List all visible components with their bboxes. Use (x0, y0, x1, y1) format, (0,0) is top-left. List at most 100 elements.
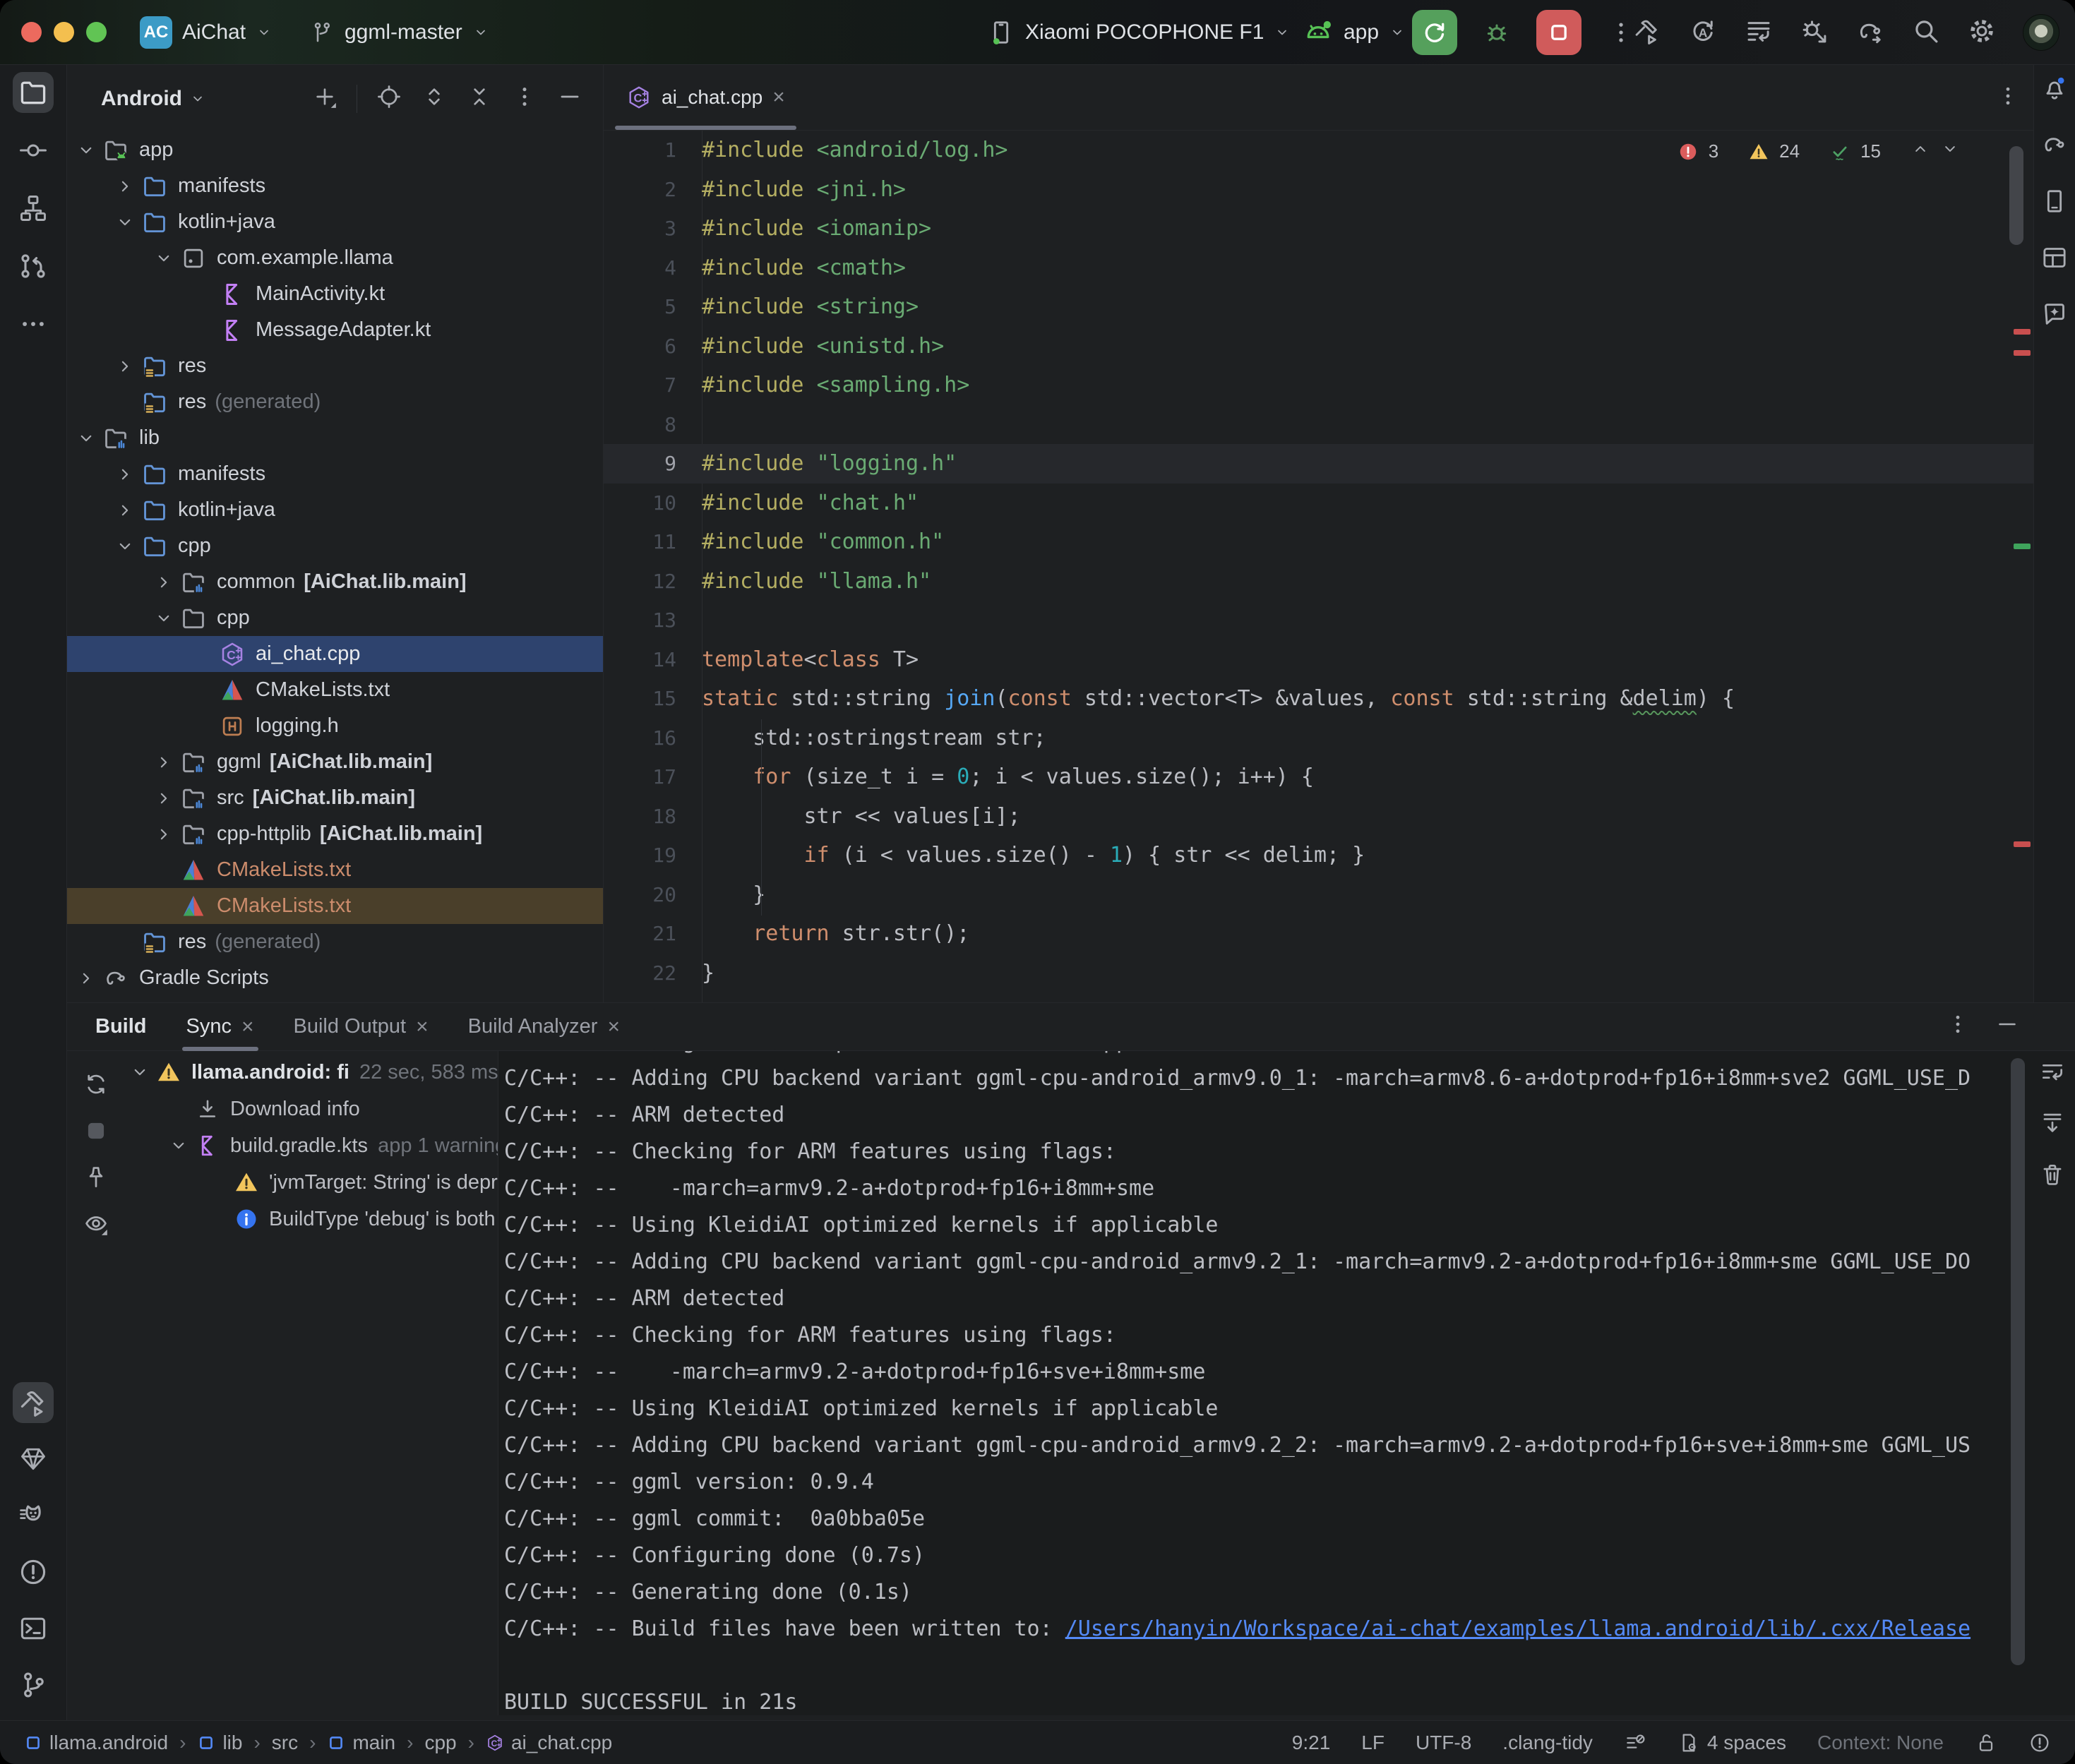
code-line[interactable]: 2#include <jni.h> (604, 170, 2033, 210)
chevron-down-icon[interactable] (129, 1062, 150, 1083)
code-line[interactable]: 15static std::string join(const std::vec… (604, 679, 2033, 719)
build-tab-build-analyzer[interactable]: Build Analyzer× (468, 1003, 620, 1051)
code-line[interactable]: 9#include "logging.h" (604, 444, 2033, 484)
sidebar-item-layout-inspector[interactable] (2037, 240, 2072, 275)
refresh-button[interactable] (83, 1071, 109, 1098)
error-stripe-mark[interactable] (2014, 329, 2031, 335)
code-line[interactable]: 12#include "llama.h" (604, 562, 2033, 601)
code-line[interactable]: 14template<class T> (604, 640, 2033, 680)
tree-item-com-example-llama[interactable]: com.example.llama (67, 240, 603, 276)
locate-button[interactable] (376, 83, 402, 114)
add-button[interactable] (311, 83, 338, 114)
kebab-button[interactable] (511, 83, 538, 114)
editor-scrollbar[interactable] (2009, 146, 2023, 245)
status-widget--clang-tidy[interactable]: .clang-tidy (1502, 1732, 1593, 1754)
inspections-widget[interactable]: 32415 (1678, 139, 1960, 164)
chevron-down-icon[interactable] (153, 248, 174, 269)
tree-item-mainactivity-kt[interactable]: MainActivity.kt (67, 276, 603, 312)
close-window-button[interactable] (21, 22, 42, 42)
tree-item-kotlin-java[interactable]: kotlin+java (67, 492, 603, 528)
code-line[interactable]: 5#include <string> (604, 287, 2033, 327)
device-selector[interactable]: Xiaomi POCOPHONE F1 (987, 0, 1291, 65)
breadcrumb-item-ai-chat-cpp[interactable]: Cai_chat.cpp (486, 1732, 612, 1754)
code-line[interactable]: 10#include "chat.h" (604, 484, 2033, 523)
build-tree-item[interactable]: build.gradle.ktsapp 1 warning (124, 1127, 498, 1164)
error-stripe-mark[interactable] (2014, 350, 2031, 356)
apply-changes-button[interactable]: A (1688, 16, 1718, 49)
chevron-down-icon[interactable] (114, 536, 136, 557)
code-line[interactable]: 11#include "common.h" (604, 522, 2033, 562)
minus-button[interactable] (1995, 1012, 2020, 1043)
sidebar-item-device-explorer[interactable] (2037, 184, 2072, 219)
code-line[interactable]: 23 (604, 992, 2033, 1002)
close-tab-icon[interactable]: × (416, 1015, 429, 1039)
tree-item-kotlin-java[interactable]: kotlin+java (67, 204, 603, 240)
chevron-down-icon[interactable] (114, 212, 136, 233)
code-line[interactable]: 7#include <sampling.h> (604, 366, 2033, 405)
tree-item-manifests[interactable]: manifests (67, 168, 603, 204)
code-line[interactable]: 13 (604, 601, 2033, 640)
sidebar-item-gemini[interactable] (2037, 296, 2072, 332)
sidebar-item-commit[interactable] (13, 130, 54, 171)
stop-button[interactable] (1536, 10, 1581, 55)
sidebar-item-terminal[interactable] (13, 1608, 54, 1649)
collapse-all-button[interactable] (466, 83, 493, 114)
code-line[interactable]: 21 return str.str(); (604, 914, 2033, 954)
sidebar-item-notifications[interactable] (2037, 71, 2072, 106)
code-line[interactable]: 8 (604, 405, 2033, 445)
chevron-down-icon[interactable] (168, 1135, 189, 1156)
code-line[interactable]: 3#include <iomanip> (604, 209, 2033, 248)
tree-item-res[interactable]: res (67, 348, 603, 384)
chevron-right-icon[interactable] (153, 788, 174, 809)
tree-item-cmakelists-txt[interactable]: CMakeLists.txt (67, 852, 603, 888)
tree-item-res[interactable]: res(generated) (67, 924, 603, 960)
breadcrumb-item-cpp[interactable]: cpp (424, 1732, 456, 1754)
tree-item-app[interactable]: app (67, 132, 603, 168)
build-tree-item[interactable]: Download info (124, 1091, 498, 1127)
build-hammer-button[interactable] (1632, 16, 1662, 49)
tree-item-gradle-scripts[interactable]: Gradle Scripts (67, 960, 603, 996)
build-tree-item[interactable]: BuildType 'debug' is both de (124, 1201, 498, 1237)
console-scrollbar[interactable] (2011, 1058, 2025, 1665)
breadcrumb-item-lib[interactable]: lib (197, 1732, 242, 1754)
close-tab-icon[interactable]: × (607, 1015, 620, 1039)
pin-button[interactable] (83, 1164, 109, 1191)
build-output-path-link[interactable]: /Users/hanyin/Workspace/ai-chat/examples… (1065, 1616, 1971, 1641)
tree-item-messageadapter-kt[interactable]: MessageAdapter.kt (67, 312, 603, 348)
chevron-right-icon[interactable] (76, 968, 97, 989)
sidebar-item-gradle[interactable] (2037, 127, 2072, 162)
status-widget[interactable] (2028, 1732, 2051, 1754)
chevron-right-icon[interactable] (114, 500, 136, 521)
close-tab-icon[interactable]: × (241, 1015, 254, 1039)
expand-all-button[interactable] (421, 83, 448, 114)
chevron-down-icon[interactable] (153, 608, 174, 629)
sidebar-item-version-control[interactable] (13, 1664, 54, 1705)
status-widget[interactable] (1975, 1732, 1997, 1754)
sidebar-item-problems[interactable] (13, 1552, 54, 1592)
chevron-right-icon[interactable] (114, 464, 136, 485)
build-tab-sync[interactable]: Sync× (186, 1003, 254, 1051)
sidebar-item-build[interactable] (13, 1382, 54, 1423)
chevron-right-icon[interactable] (153, 824, 174, 845)
debug-button[interactable] (1474, 10, 1519, 55)
chevron-right-icon[interactable] (114, 356, 136, 377)
code-line[interactable]: 4#include <cmath> (604, 248, 2033, 288)
build-tree-item[interactable]: llama.android: fi22 sec, 583 ms (124, 1054, 498, 1091)
tree-item-common[interactable]: common[AiChat.lib.main] (67, 564, 603, 600)
editor-tab-options-icon[interactable] (1995, 83, 2021, 109)
code-line[interactable]: 18 str << values[i]; (604, 797, 2033, 836)
minus-button[interactable] (556, 83, 583, 114)
status-widget-context-none[interactable]: Context: None (1817, 1732, 1944, 1754)
sidebar-item-structure[interactable] (13, 188, 54, 229)
next-problem-button[interactable] (1940, 139, 1960, 164)
tree-item-cpp-httplib[interactable]: cpp-httplib[AiChat.lib.main] (67, 816, 603, 852)
build-variants-button[interactable] (1744, 16, 1774, 49)
rerun-button[interactable] (1412, 10, 1457, 55)
tree-item-cpp[interactable]: cpp (67, 528, 603, 564)
kebab-button[interactable] (1945, 1012, 1971, 1043)
status-widget-utf-8[interactable]: UTF-8 (1416, 1732, 1471, 1754)
chevron-right-icon[interactable] (153, 752, 174, 773)
tree-item-lib[interactable]: lib (67, 420, 603, 456)
tree-item-res[interactable]: res(generated) (67, 384, 603, 420)
search-button[interactable] (1911, 16, 1941, 49)
